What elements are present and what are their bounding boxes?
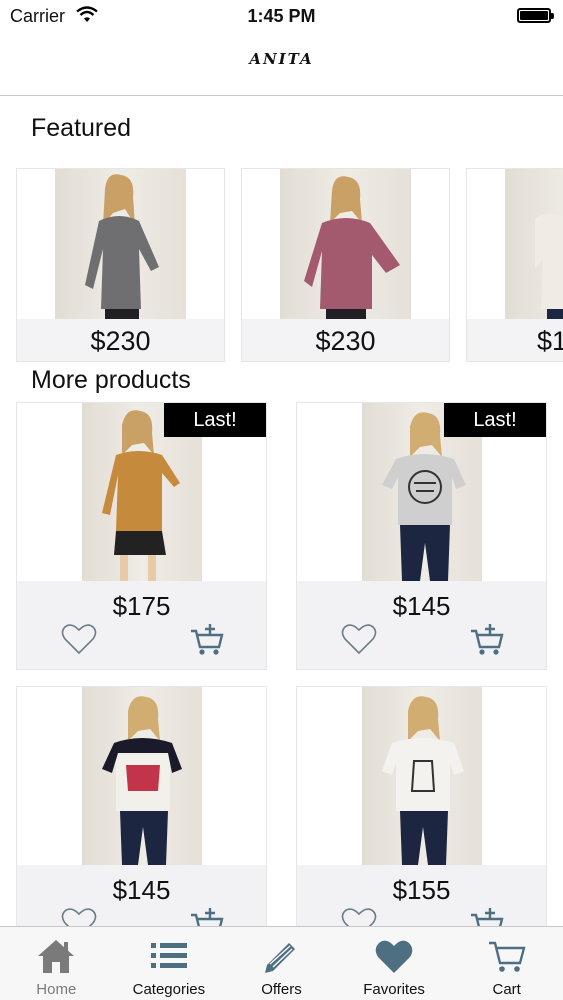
featured-price: $1: [467, 319, 563, 361]
tab-categories[interactable]: Categories: [113, 927, 226, 1000]
tab-cart[interactable]: Cart: [450, 927, 563, 1000]
product-card[interactable]: $155: [296, 686, 547, 954]
product-card[interactable]: Last! $175: [16, 402, 267, 670]
tab-label: Home: [36, 981, 77, 998]
product-photo: [55, 169, 186, 319]
tab-label: Categories: [132, 981, 206, 998]
tab-offers[interactable]: Offers: [225, 927, 338, 1000]
product-footer: $175: [17, 581, 266, 669]
product-price: $155: [392, 875, 451, 905]
tab-favorites[interactable]: Favorites: [338, 927, 451, 1000]
last-item-badge: Last!: [444, 403, 546, 437]
status-bar: Carrier 1:45 PM: [0, 0, 563, 32]
favorite-heart-icon[interactable]: [61, 623, 97, 655]
brand-logo: ANITA: [249, 50, 314, 68]
tab-label: Favorites: [363, 981, 425, 998]
tab-bar: Home Categories Offers Favorites Cart: [0, 926, 563, 1000]
product-photo: [280, 169, 411, 319]
list-icon: [150, 943, 187, 968]
battery-icon: [517, 8, 554, 23]
featured-card[interactable]: $1: [466, 168, 563, 362]
nav-header: ANITA: [0, 32, 563, 96]
product-photo: [362, 687, 482, 865]
last-item-badge: Last!: [164, 403, 266, 437]
product-card[interactable]: $145: [16, 686, 267, 954]
clock: 1:45 PM: [247, 6, 316, 26]
tab-label: Offers: [261, 981, 302, 998]
product-price: $145: [112, 875, 171, 905]
add-to-cart-icon[interactable]: [189, 621, 225, 657]
featured-title: Featured: [31, 114, 132, 142]
product-photo: [505, 169, 563, 319]
featured-card[interactable]: $230: [16, 168, 225, 362]
featured-card[interactable]: $230: [241, 168, 450, 362]
add-to-cart-icon[interactable]: [469, 621, 505, 657]
pencil-tag-icon: [265, 943, 296, 973]
featured-price: $230: [242, 319, 449, 361]
product-price: $145: [392, 591, 451, 621]
tab-label: Cart: [492, 981, 521, 998]
product-price: $175: [112, 591, 171, 621]
heart-icon: [375, 940, 413, 973]
more-products-title: More products: [31, 366, 191, 394]
product-photo: [82, 687, 202, 865]
product-card[interactable]: Last! $145: [296, 402, 547, 670]
product-footer: $145: [297, 581, 546, 669]
tab-home[interactable]: Home: [0, 927, 113, 1000]
favorite-heart-icon[interactable]: [341, 623, 377, 655]
cart-icon: [488, 941, 526, 972]
featured-carousel[interactable]: $230 $230 $1: [16, 168, 563, 362]
featured-price: $230: [17, 319, 224, 361]
home-icon: [38, 940, 75, 973]
